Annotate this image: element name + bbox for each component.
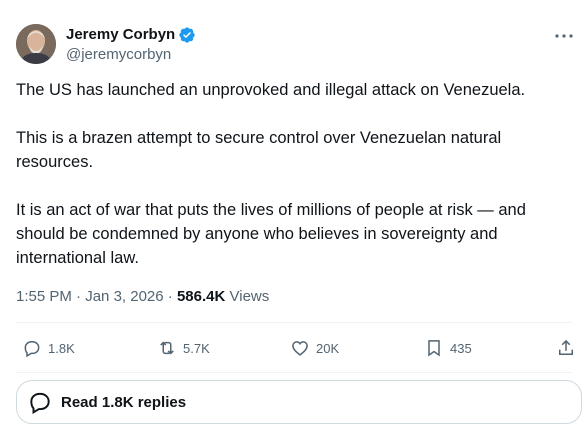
reply-count: 1.8K bbox=[48, 340, 75, 356]
tweet-paragraph: This is a brazen attempt to secure contr… bbox=[16, 129, 502, 171]
divider bbox=[16, 372, 572, 373]
action-bar: 1.8K 5.7K 20K 435 bbox=[16, 334, 578, 362]
read-replies-label: Read 1.8K replies bbox=[61, 393, 187, 411]
tweet-date[interactable]: Jan 3, 2026 bbox=[85, 288, 163, 305]
like-button[interactable]: 20K bbox=[290, 334, 339, 362]
meta-separator: · bbox=[76, 288, 86, 305]
avatar-image bbox=[16, 24, 56, 64]
share-button[interactable] bbox=[556, 334, 576, 362]
repost-count: 5.7K bbox=[183, 340, 210, 356]
tweet-time[interactable]: 1:55 PM bbox=[16, 288, 72, 305]
tweet-paragraph: The US has launched an unprovoked and il… bbox=[16, 81, 526, 99]
like-count: 20K bbox=[316, 340, 340, 356]
share-icon bbox=[559, 339, 573, 355]
tweet-text: The US has launched an unprovoked and il… bbox=[16, 78, 572, 294]
like-icon bbox=[292, 341, 308, 356]
divider bbox=[16, 322, 572, 323]
name-row: Jeremy Corbyn bbox=[66, 26, 196, 44]
tweet-meta: 1:55 PM · Jan 3, 2026 · 586.4K Views bbox=[16, 287, 269, 307]
views-count[interactable]: 586.4K bbox=[177, 288, 225, 305]
author-name[interactable]: Jeremy Corbyn bbox=[66, 26, 175, 44]
bookmark-icon bbox=[428, 340, 440, 357]
bookmark-count: 435 bbox=[450, 340, 472, 356]
verified-badge-icon bbox=[178, 26, 196, 44]
speech-bubble-icon bbox=[30, 392, 50, 415]
repost-button[interactable]: 5.7K bbox=[157, 334, 210, 362]
reply-icon bbox=[24, 341, 40, 358]
avatar[interactable] bbox=[16, 24, 56, 64]
tweet-header: Jeremy Corbyn @jeremycorbyn bbox=[16, 24, 576, 68]
more-icon[interactable] bbox=[552, 24, 576, 48]
repost-icon bbox=[160, 341, 174, 355]
tweet-paragraph: It is an act of war that puts the lives … bbox=[16, 201, 526, 267]
author-handle[interactable]: @jeremycorbyn bbox=[66, 46, 171, 64]
read-replies-button[interactable]: Read 1.8K replies bbox=[16, 380, 582, 424]
meta-separator: · bbox=[167, 288, 177, 305]
bookmark-button[interactable]: 435 bbox=[424, 334, 472, 362]
reply-button[interactable]: 1.8K bbox=[22, 334, 75, 362]
views-label: Views bbox=[229, 288, 270, 305]
